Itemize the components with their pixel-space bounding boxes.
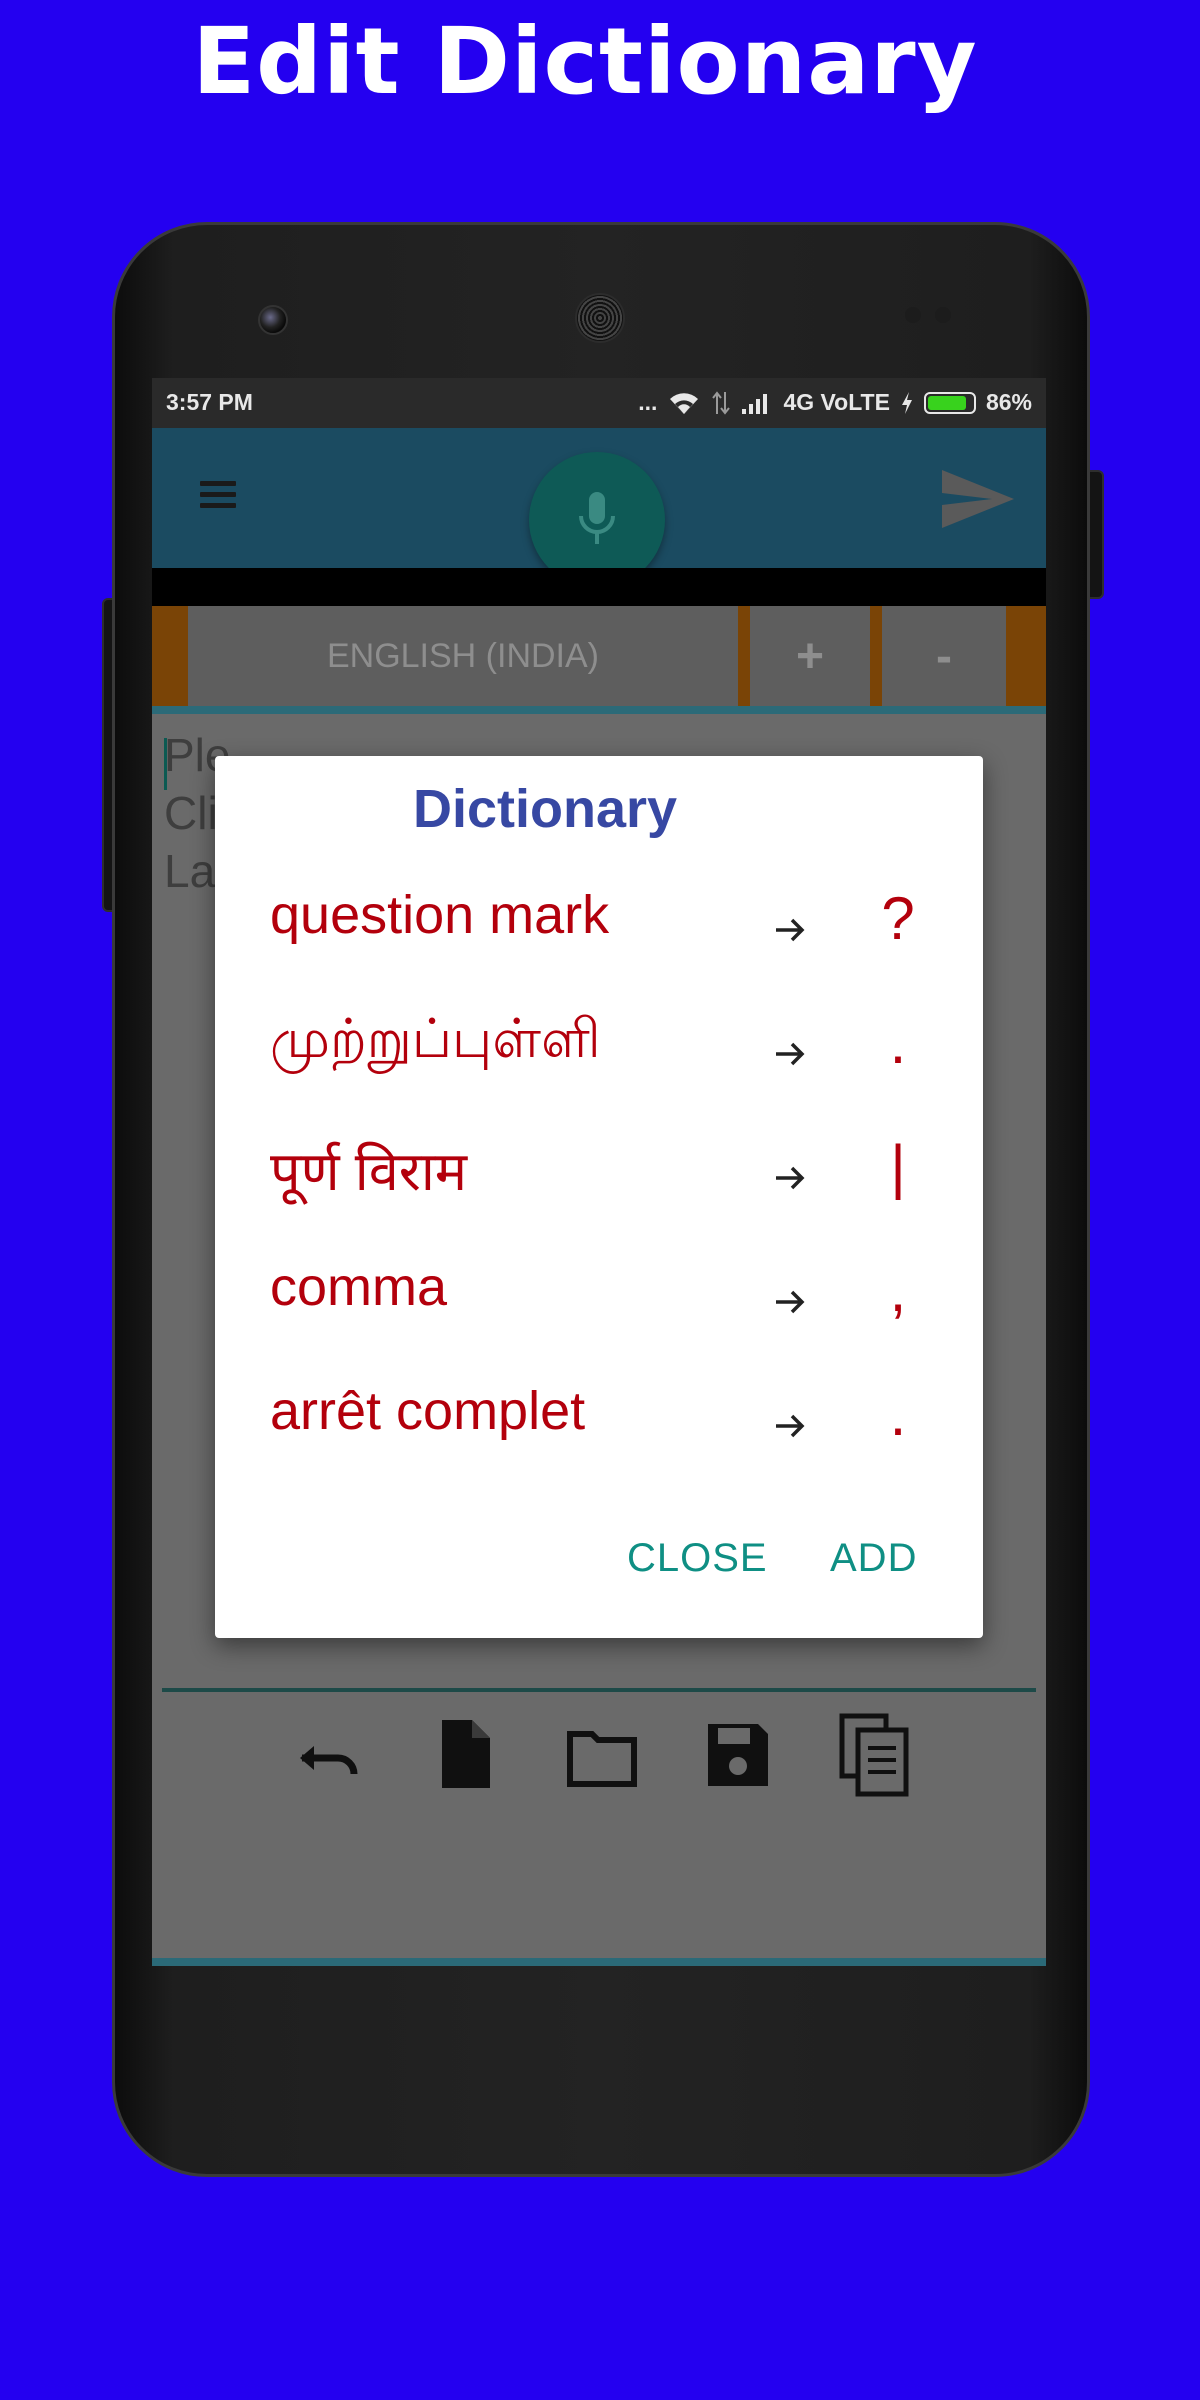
divider-strip [152,568,1046,606]
language-select-button[interactable]: ENGLISH (INDIA) [188,606,738,706]
entry-word: पूर्ण विराम [270,1142,468,1202]
dialog-actions: CLOSE ADD [215,1536,983,1606]
data-transfer-icon [712,390,731,415]
screen-bottom-line [152,1958,1046,1966]
remove-language-button[interactable]: - [882,606,1006,706]
entry-word: comma [270,1257,448,1317]
front-camera [258,305,288,335]
entry-symbol: . [889,1009,907,1076]
add-language-button[interactable]: + [750,606,870,706]
dictionary-entry[interactable]: comma , [215,1256,983,1380]
send-icon[interactable] [940,468,1016,530]
dictionary-entry[interactable]: arrêt complet . [215,1380,983,1504]
editor-toolbar [152,1708,1046,1808]
text-cursor [164,738,167,790]
arrow-right-icon [776,1166,805,1190]
language-bar-underline [152,706,1046,714]
close-button[interactable]: CLOSE [627,1536,768,1581]
new-file-icon[interactable] [426,1708,506,1798]
earpiece-speaker [575,293,625,343]
proximity-sensor [905,307,921,323]
charging-icon [901,391,912,414]
dictionary-entry[interactable]: question mark ? [215,884,983,1008]
arrow-right-icon [776,1042,805,1066]
light-sensor [935,307,951,323]
more-notifications-icon: ... [638,389,658,415]
status-icons: ... 4G VoLTE 86% [638,389,1032,416]
app-bar [152,428,1046,588]
signal-icon [742,393,768,414]
entry-symbol: . [889,1381,907,1448]
mic-icon [579,492,615,544]
copy-icon[interactable] [834,1708,914,1798]
battery-percent: 86% [985,389,1032,415]
status-time: 3:57 PM [166,389,253,415]
dictionary-dialog: Dictionary question mark ? முற்றுப்புள்ள… [215,756,983,1638]
status-bar: 3:57 PM ... 4G VoLTE 86% [152,378,1046,428]
battery-icon [923,391,976,414]
hamburger-icon[interactable] [200,481,236,511]
entry-word: முற்றுப்புள்ளி [270,1009,601,1069]
dictionary-entry[interactable]: முற்றுப்புள்ளி . [215,1008,983,1132]
entry-symbol: ? [881,885,915,952]
battery-fill [927,395,966,410]
editor-bottom-line [162,1688,1036,1692]
add-button[interactable]: ADD [830,1536,917,1581]
folder-icon[interactable] [562,1708,642,1798]
wifi-icon [670,392,699,414]
arrow-right-icon [776,1414,805,1438]
entry-word: question mark [270,885,610,945]
arrow-right-icon [776,918,805,942]
entry-symbol: , [889,1257,907,1324]
entry-word: arrêt complet [270,1381,586,1441]
dictionary-entry[interactable]: पूर्ण विराम | [215,1132,983,1256]
language-bar: ENGLISH (INDIA) + - [152,606,1046,706]
undo-icon[interactable] [290,1708,370,1798]
network-type: 4G VoLTE [783,389,890,415]
dialog-title: Dictionary [412,779,678,839]
arrow-right-icon [776,1290,805,1314]
save-icon[interactable] [698,1708,778,1798]
promo-title: Edit Dictionary [192,8,978,115]
entry-symbol: | [890,1133,906,1200]
